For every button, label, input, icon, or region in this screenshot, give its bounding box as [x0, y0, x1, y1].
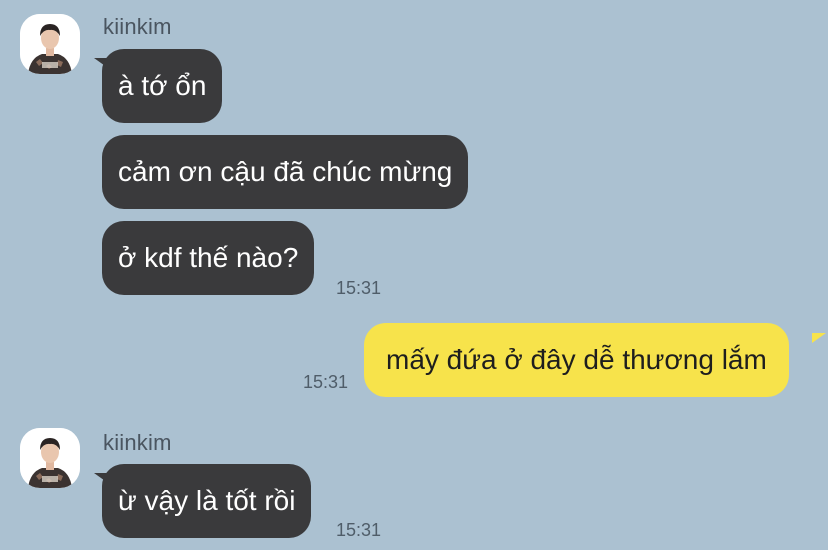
avatar[interactable] — [20, 14, 80, 74]
sender-name: kiinkim — [103, 14, 172, 39]
message-bubble[interactable]: ừ vậy là tốt rồi — [102, 464, 312, 538]
avatar[interactable] — [20, 428, 80, 488]
message-bubble[interactable]: mấy đứa ở đây dễ thương lắm — [364, 323, 789, 397]
profile-photo-icon — [20, 14, 80, 74]
profile-photo-icon — [20, 428, 80, 488]
bubble-tail — [812, 333, 826, 343]
message-time: 15:31 — [303, 372, 349, 392]
message-bubble[interactable]: ở kdf thế nào? — [102, 221, 315, 295]
message-time: 15:31 — [336, 520, 382, 540]
sender-name: kiinkim — [103, 430, 172, 455]
message-bubble[interactable]: cảm ơn cậu đã chúc mừng — [102, 135, 469, 209]
message-time: 15:31 — [336, 278, 382, 298]
message-bubble[interactable]: à tớ ổn — [102, 49, 223, 123]
